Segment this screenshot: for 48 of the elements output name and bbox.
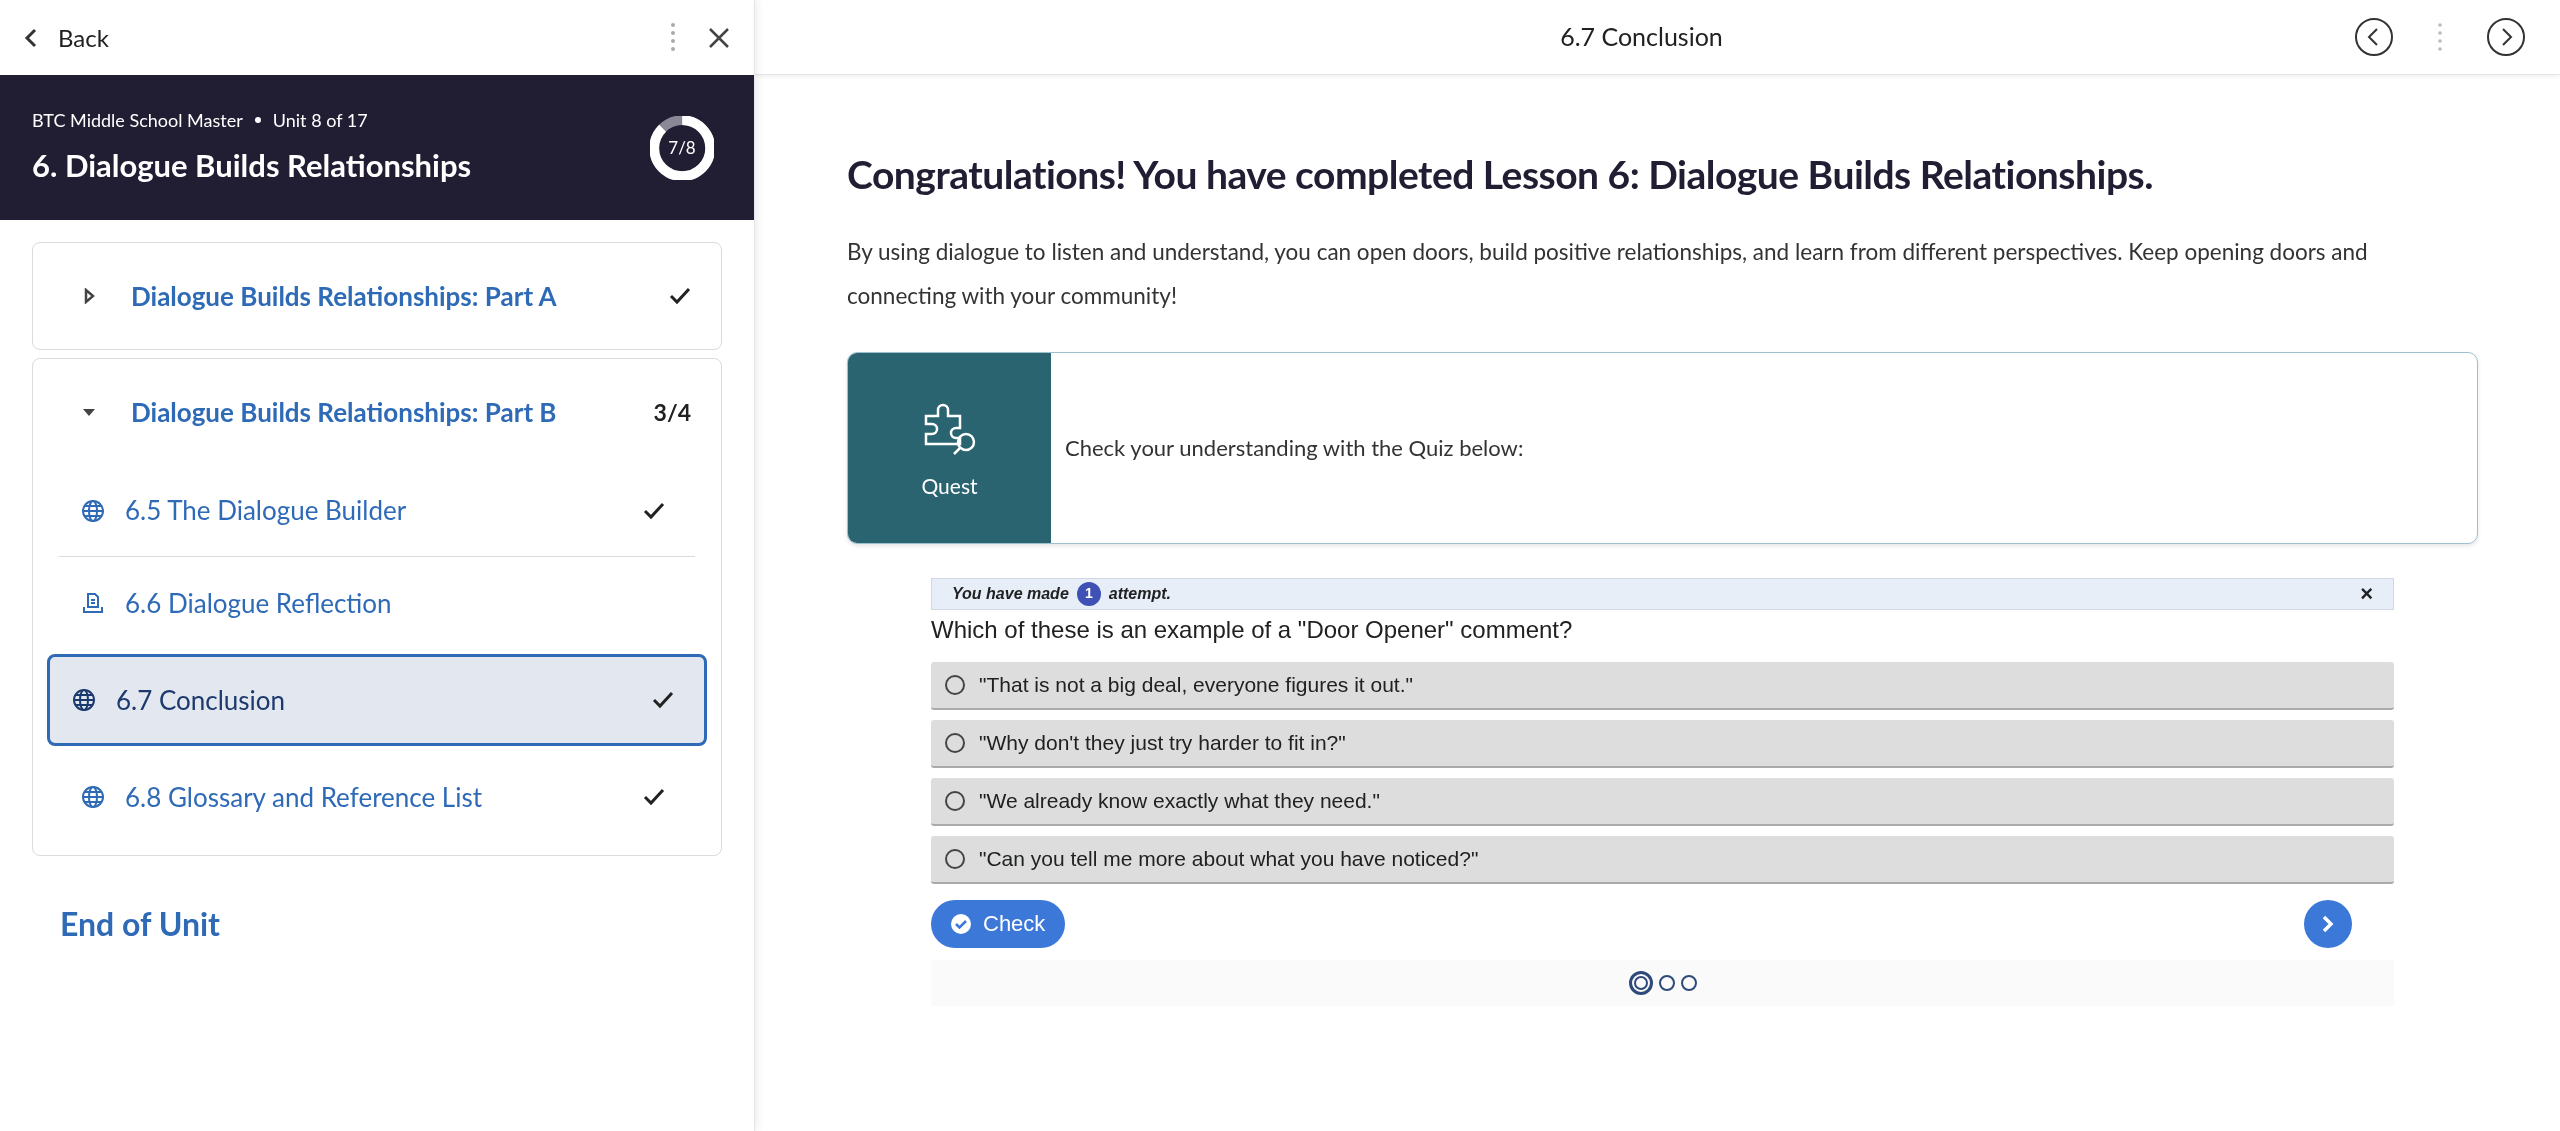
- next-icon[interactable]: [2486, 17, 2526, 57]
- lesson-heading: Congratulations! You have completed Lesson 6: Dialogue Builds Relationships.: [847, 150, 2154, 199]
- unit-label: Unit 8 of 17: [272, 107, 368, 133]
- document-icon: [81, 591, 105, 615]
- lesson-item[interactable]: 6.8 Glossary and Reference List: [59, 751, 695, 843]
- radio-button[interactable]: [945, 848, 965, 869]
- radio-button[interactable]: [945, 790, 965, 811]
- end-of-unit-link[interactable]: End of Unit: [60, 900, 722, 948]
- globe-icon: [81, 498, 105, 523]
- back-button[interactable]: Back: [24, 19, 109, 56]
- attempt-count: 1: [1076, 581, 1101, 606]
- close-icon[interactable]: [708, 26, 730, 49]
- attempt-text: attempt.: [1108, 583, 1171, 604]
- checkmark-icon: [643, 788, 665, 806]
- globe-icon: [72, 688, 96, 712]
- quest-label: Quest: [921, 471, 978, 500]
- answer-option[interactable]: "Why don't they just try harder to fit in?": [931, 719, 2394, 768]
- lesson-item[interactable]: 6.7 Conclusion: [47, 654, 707, 746]
- next-button[interactable]: [2304, 899, 2352, 948]
- lesson-item[interactable]: 6.5 The Dialogue Builder: [59, 465, 695, 557]
- chevron-right-icon: [2321, 914, 2335, 933]
- section-title[interactable]: Dialogue Builds Relationships: Part B: [131, 392, 654, 432]
- quiz-question: Which of these is an example of a "Door Opener" comment?: [931, 614, 1574, 645]
- radio-button[interactable]: [945, 732, 965, 753]
- close-icon[interactable]: ×: [2360, 577, 2373, 610]
- previous-icon[interactable]: [2354, 17, 2394, 57]
- radio-button[interactable]: [945, 674, 965, 695]
- attempt-text: You have made: [952, 583, 1069, 604]
- section-title[interactable]: Dialogue Builds Relationships: Part A: [131, 276, 669, 316]
- section-count: 3/4: [653, 396, 691, 428]
- checkmark-icon: [652, 691, 674, 709]
- check-button[interactable]: Check: [931, 899, 1066, 948]
- lesson-item[interactable]: 6.6 Dialogue Reflection: [59, 557, 695, 649]
- check-circle-icon: [951, 913, 971, 934]
- checkmark-icon: [669, 287, 691, 305]
- course-name: BTC Middle School Master: [32, 107, 243, 133]
- answer-option[interactable]: "We already know exactly what they need.": [931, 777, 2394, 826]
- lesson-paragraph: By using dialogue to listen and understand, you can open doors, build positive relationships, and learn from different perspectives. Keep opening doors and connecting with your community!: [847, 236, 2369, 311]
- checkmark-icon: [643, 501, 665, 520]
- chevron-left-icon: [24, 27, 38, 48]
- page-title: 6.7 Conclusion: [1560, 20, 1723, 54]
- answer-option[interactable]: "Can you tell me more about what you have noticed?": [931, 835, 2394, 884]
- bullet-icon: [254, 117, 261, 124]
- callout-text: Check your understanding with the Quiz below:: [1064, 433, 1525, 463]
- unit-title: 6. Dialogue Builds Relationships: [32, 144, 472, 186]
- globe-icon: [81, 785, 105, 809]
- progress-text: 7/8: [668, 135, 696, 160]
- answer-option[interactable]: "That is not a big deal, everyone figures it out.": [931, 661, 2394, 710]
